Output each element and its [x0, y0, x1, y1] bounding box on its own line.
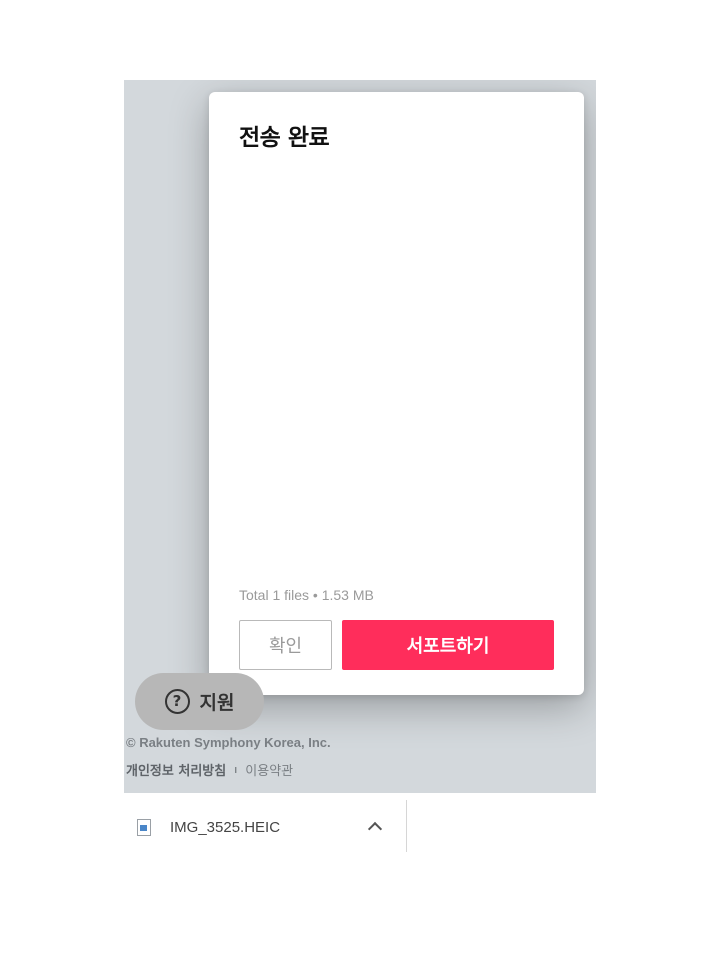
- terms-link[interactable]: 이용약관: [245, 760, 293, 779]
- transfer-complete-dialog: 전송 완료 Total 1 files • 1.53 MB 확인 서포트하기: [209, 92, 584, 695]
- question-circle-icon: ?: [164, 689, 190, 714]
- confirm-button[interactable]: 확인: [239, 620, 332, 670]
- copyright-text: © Rakuten Symphony Korea, Inc.: [126, 735, 331, 750]
- page-viewport: 전송 완료 Total 1 files • 1.53 MB 확인 서포트하기 ?…: [124, 80, 596, 793]
- privacy-policy-link[interactable]: 개인정보 처리방침: [126, 760, 226, 779]
- help-label: 지원: [199, 692, 235, 714]
- chevron-up-icon[interactable]: [367, 821, 383, 837]
- footer-separator: ı: [234, 763, 238, 776]
- transfer-summary: Total 1 files • 1.53 MB: [239, 587, 374, 603]
- download-file-name[interactable]: IMG_3525.HEIC: [170, 819, 280, 836]
- footer-links: 개인정보 처리방침 ı 이용약관: [126, 760, 293, 779]
- support-button[interactable]: 서포트하기: [342, 620, 554, 670]
- dialog-title: 전송 완료: [239, 125, 330, 151]
- help-button[interactable]: ? 지원: [135, 673, 264, 730]
- download-shelf-item[interactable]: IMG_3525.HEIC: [124, 800, 407, 852]
- image-file-icon: [137, 819, 151, 836]
